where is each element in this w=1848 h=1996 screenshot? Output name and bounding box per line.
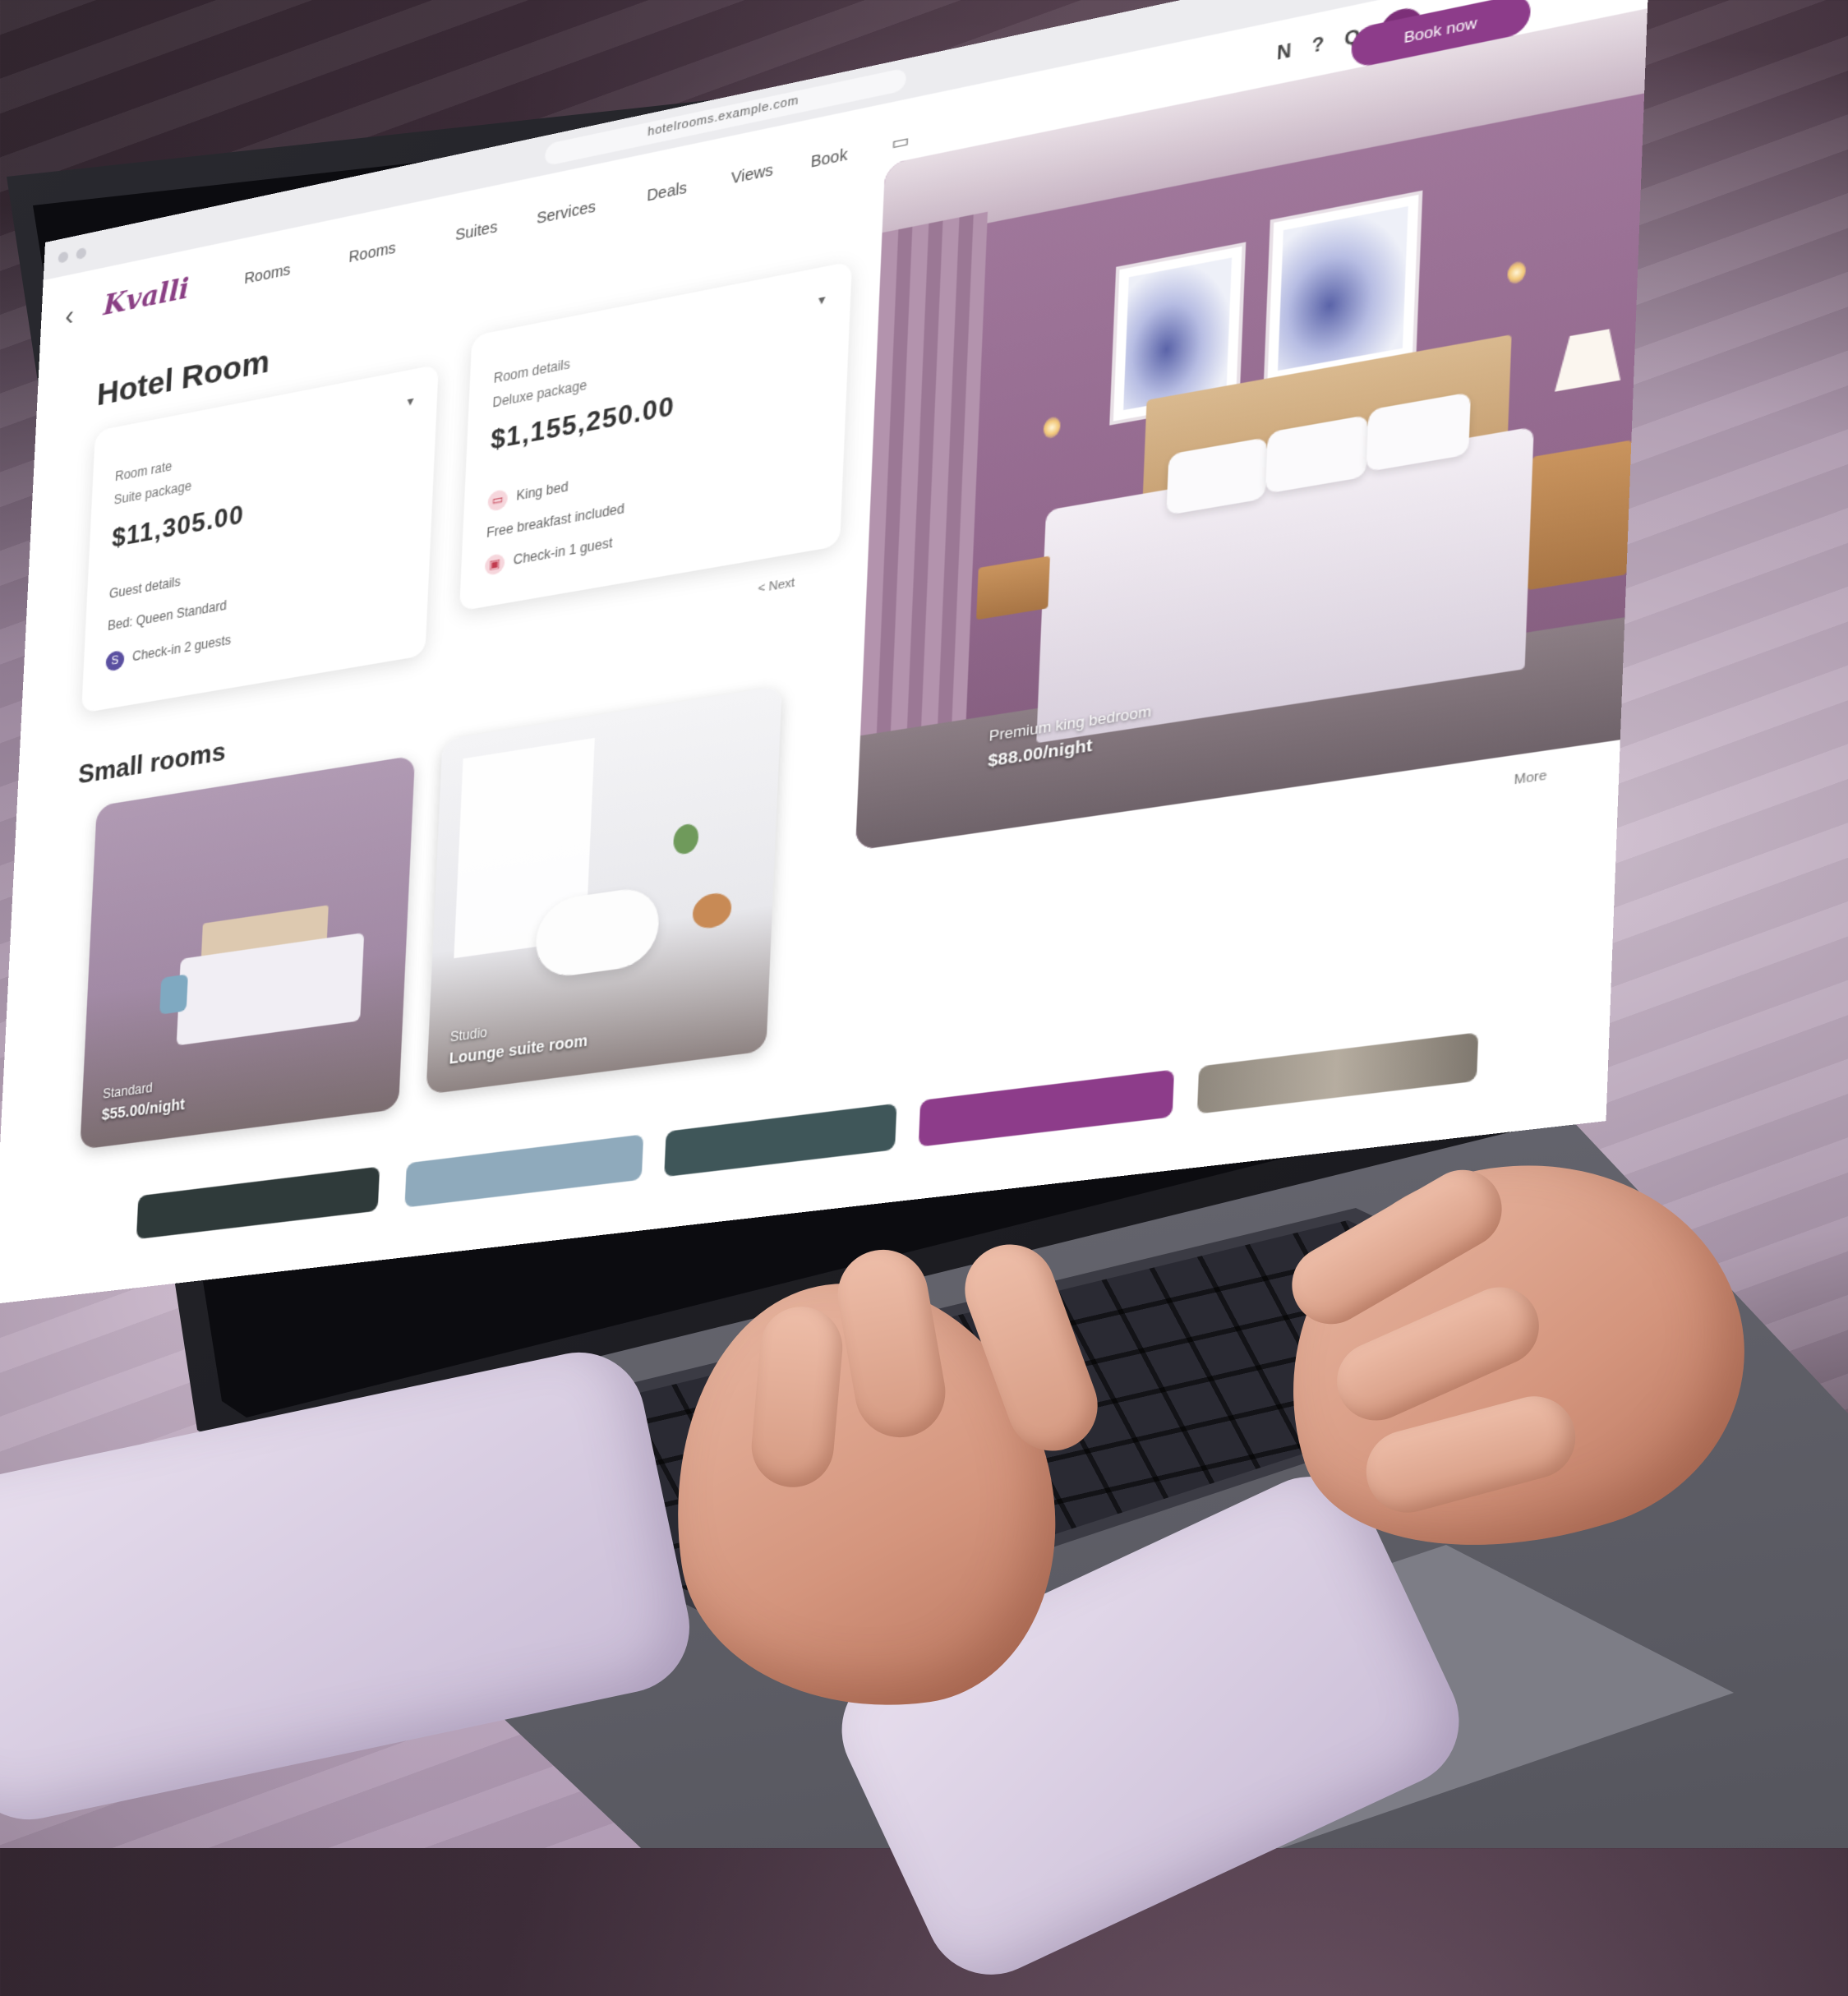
next-link[interactable]: < Next [758,576,795,596]
rate-card-2[interactable]: ▾ Room details Deluxe package $1,155,250… [459,260,853,611]
nav-item-2[interactable]: Rooms [348,238,396,265]
card-price: $11,305.00 [111,500,245,554]
site-logo[interactable]: Kvalli [103,273,190,322]
back-arrow-icon[interactable]: ‹ [64,299,74,334]
room-thumb-1[interactable]: Standard $55.00/night [80,755,416,1150]
nav-item-6[interactable]: Views [730,160,773,187]
color-swatch-2[interactable] [404,1134,644,1208]
window-minimize-icon[interactable] [76,247,87,260]
guest-icon: S [105,649,125,672]
notifications-icon[interactable]: N [1276,42,1291,66]
section-title: Small rooms [77,736,227,791]
more-link[interactable]: More [1514,768,1547,787]
card-row-text: Check-in 1 guest [513,535,613,569]
chevron-down-icon[interactable]: ▾ [407,393,414,409]
rate-card-1[interactable]: ▾ Room rate Suite package $11,305.00 Gue… [81,364,439,713]
card-row-text: Check-in 2 guests [131,632,232,665]
chevron-down-icon[interactable]: ▾ [818,291,826,308]
thumb-caption: Studio Lounge suite room [449,1011,589,1067]
card-row-text: King bed [515,478,569,505]
pendant-light [1507,260,1527,285]
card-row: ▭ King bed [487,477,569,513]
wall-light [1043,415,1061,440]
table-lamp [1555,327,1622,392]
calendar-icon: ▣ [484,552,505,577]
card-label: Room rate [114,458,173,485]
nav-item-5[interactable]: Deals [647,178,688,205]
color-swatch-4[interactable] [918,1069,1175,1147]
card-row: Guest details [108,574,182,602]
color-swatch-3[interactable] [664,1103,897,1178]
nav-item-3[interactable]: Suites [455,218,498,244]
card-row: Bed: Queen Standard [107,597,228,634]
thumb-caption: Standard $55.00/night [101,1076,186,1123]
bed-icon: ▭ [487,488,509,513]
nav-item-1[interactable]: Rooms [244,260,291,288]
card-row: S Check-in 2 guests [105,631,232,672]
nightstand-left [976,555,1050,620]
color-swatch-5[interactable] [1196,1032,1479,1114]
cart-icon[interactable]: ▭ [892,129,910,155]
color-swatch-1[interactable] [136,1166,380,1240]
help-icon[interactable]: ? [1311,35,1325,58]
window-close-icon[interactable] [58,251,69,264]
card-sublabel: Suite package [113,477,192,508]
card-row: ▣ Check-in 1 guest [484,534,613,577]
room-thumb-2[interactable]: Studio Lounge suite room [426,685,782,1095]
nightstand-right [1528,440,1632,591]
nav-item-7[interactable]: Book [810,145,848,171]
nav-item-4[interactable]: Services [537,197,597,227]
